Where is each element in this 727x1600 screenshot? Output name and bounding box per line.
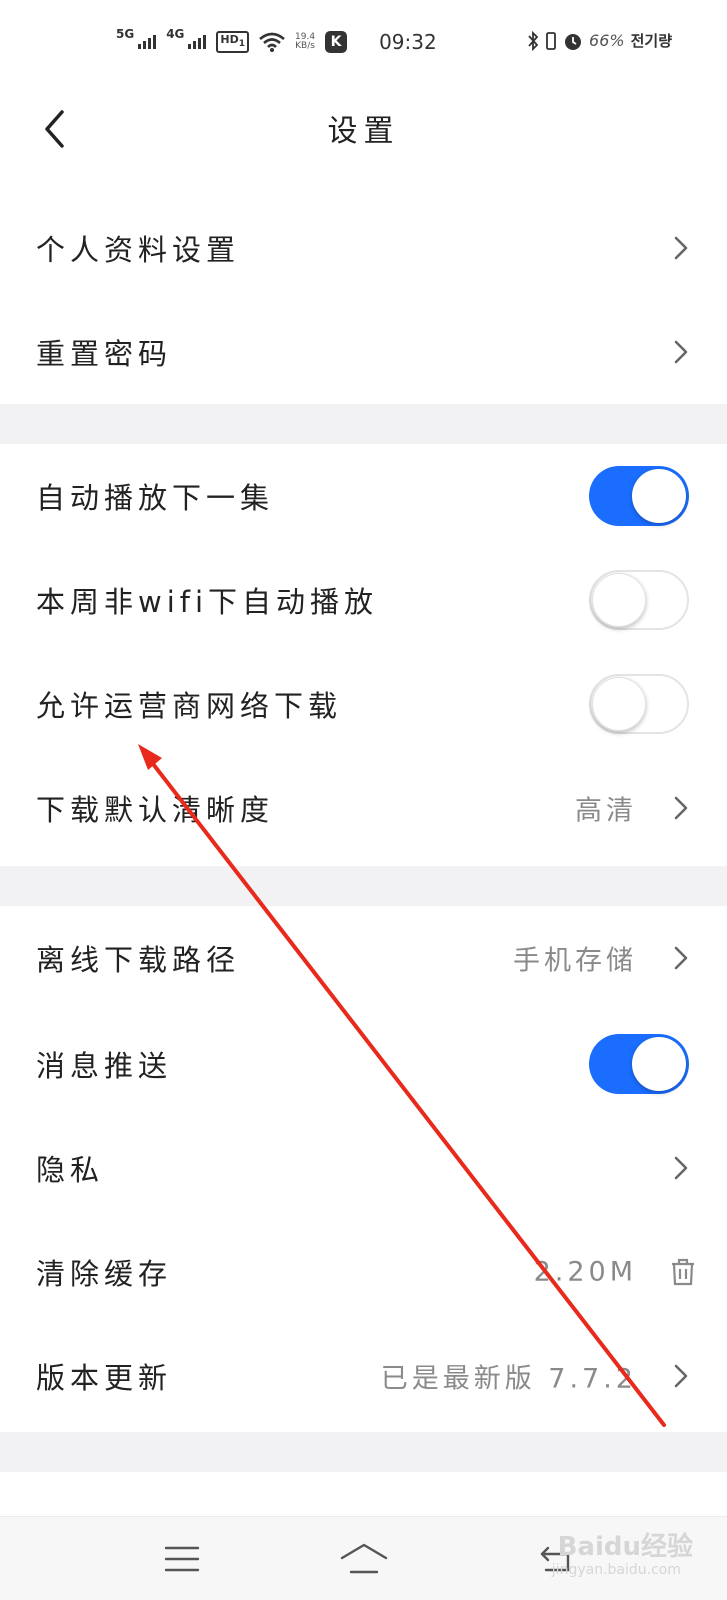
signal-bars-icon [138, 35, 157, 49]
bluetooth-icon [528, 30, 539, 51]
row-label: 本周非wifi下自动播放 [36, 585, 379, 619]
row-privacy[interactable]: 隐私 [0, 1116, 727, 1220]
row-non-wifi-autoplay: 本周非wifi下自动播放 [0, 548, 727, 652]
chevron-right-icon [669, 233, 693, 263]
signal-4g: 4G [166, 27, 207, 49]
row-label: 隐私 [36, 1153, 105, 1187]
row-label: 清除缓存 [36, 1257, 173, 1291]
network-speed: 19.4 KB/s [295, 32, 316, 51]
row-label: 重置密码 [36, 337, 173, 371]
clock: 09:32 [379, 30, 437, 54]
row-push: 消息推送 [0, 1012, 727, 1116]
home-button[interactable] [334, 1535, 394, 1583]
row-label: 版本更新 [36, 1361, 173, 1395]
row-value: 已是最新版 7.7.2 [380, 1363, 637, 1395]
chevron-right-icon [669, 1361, 693, 1391]
battery-level: 66% [589, 31, 625, 50]
row-autoplay-next: 自动播放下一集 [0, 444, 727, 548]
network-type-label: 4G [166, 27, 185, 41]
row-version-update[interactable]: 版本更新 已是最新版 7.7.2 [0, 1324, 727, 1428]
row-download-quality[interactable]: 下载默认清晰度 高清 [0, 756, 727, 860]
alarm-icon [565, 33, 582, 50]
chevron-right-icon [669, 1153, 693, 1183]
chevron-right-icon [669, 337, 693, 367]
row-label: 消息推送 [36, 1049, 173, 1083]
row-profile-settings[interactable]: 个人资料设置 [0, 196, 727, 300]
page-header: 设置 [0, 86, 727, 172]
non-wifi-autoplay-toggle[interactable] [589, 570, 689, 630]
toggle-knob [632, 469, 686, 523]
section-divider [0, 866, 727, 906]
row-reset-password[interactable]: 重置密码 [0, 300, 727, 404]
row-label: 离线下载路径 [36, 943, 241, 977]
app-notification-icon: K [325, 31, 348, 53]
push-toggle[interactable] [589, 1034, 689, 1094]
row-carrier-download: 允许运营商网络下载 [0, 652, 727, 756]
row-value: 手机存储 [513, 945, 637, 977]
signal-bars-icon [188, 35, 207, 49]
row-label: 自动播放下一集 [36, 481, 275, 515]
network-type-label: 5G [116, 27, 135, 41]
section-divider [0, 404, 727, 444]
row-label: 下载默认清晰度 [36, 793, 275, 827]
toggle-knob [592, 573, 646, 627]
status-left: 5G 4G HD1 19.4 KB/s K 09:32 [116, 27, 437, 54]
watermark-logo: Baidu经验 [557, 1532, 693, 1562]
home-icon [340, 1543, 388, 1574]
trash-icon[interactable] [669, 1257, 697, 1287]
section-divider [0, 1432, 727, 1472]
chevron-right-icon [669, 793, 693, 823]
chevron-right-icon [669, 943, 693, 973]
vibrate-icon [546, 31, 556, 50]
page-title: 设置 [327, 114, 400, 149]
row-value: 高清 [575, 795, 637, 827]
row-clear-cache[interactable]: 清除缓存 2.20M [0, 1220, 727, 1324]
watermark-url: jingyan.baidu.com [551, 1562, 681, 1578]
row-value: 2.20M [533, 1256, 637, 1288]
row-label: 允许运营商网络下载 [36, 689, 343, 723]
row-offline-path[interactable]: 离线下载路径 手机存储 [0, 906, 727, 1010]
status-right: 66% 전기량 [527, 30, 672, 51]
autoplay-next-toggle[interactable] [589, 466, 689, 526]
menu-button[interactable] [152, 1535, 212, 1583]
carrier-label: 전기량 [630, 32, 672, 50]
hd-voice-icon: HD1 [216, 30, 250, 54]
carrier-download-toggle[interactable] [589, 674, 689, 734]
wifi-icon [259, 32, 285, 52]
signal-5g: 5G [116, 27, 157, 49]
toggle-knob [592, 677, 646, 731]
toggle-knob [632, 1037, 686, 1091]
menu-icon [164, 1546, 200, 1572]
row-label: 个人资料设置 [36, 233, 241, 267]
status-bar: 5G 4G HD1 19.4 KB/s K 09:32 66% 전기량 [0, 0, 727, 86]
